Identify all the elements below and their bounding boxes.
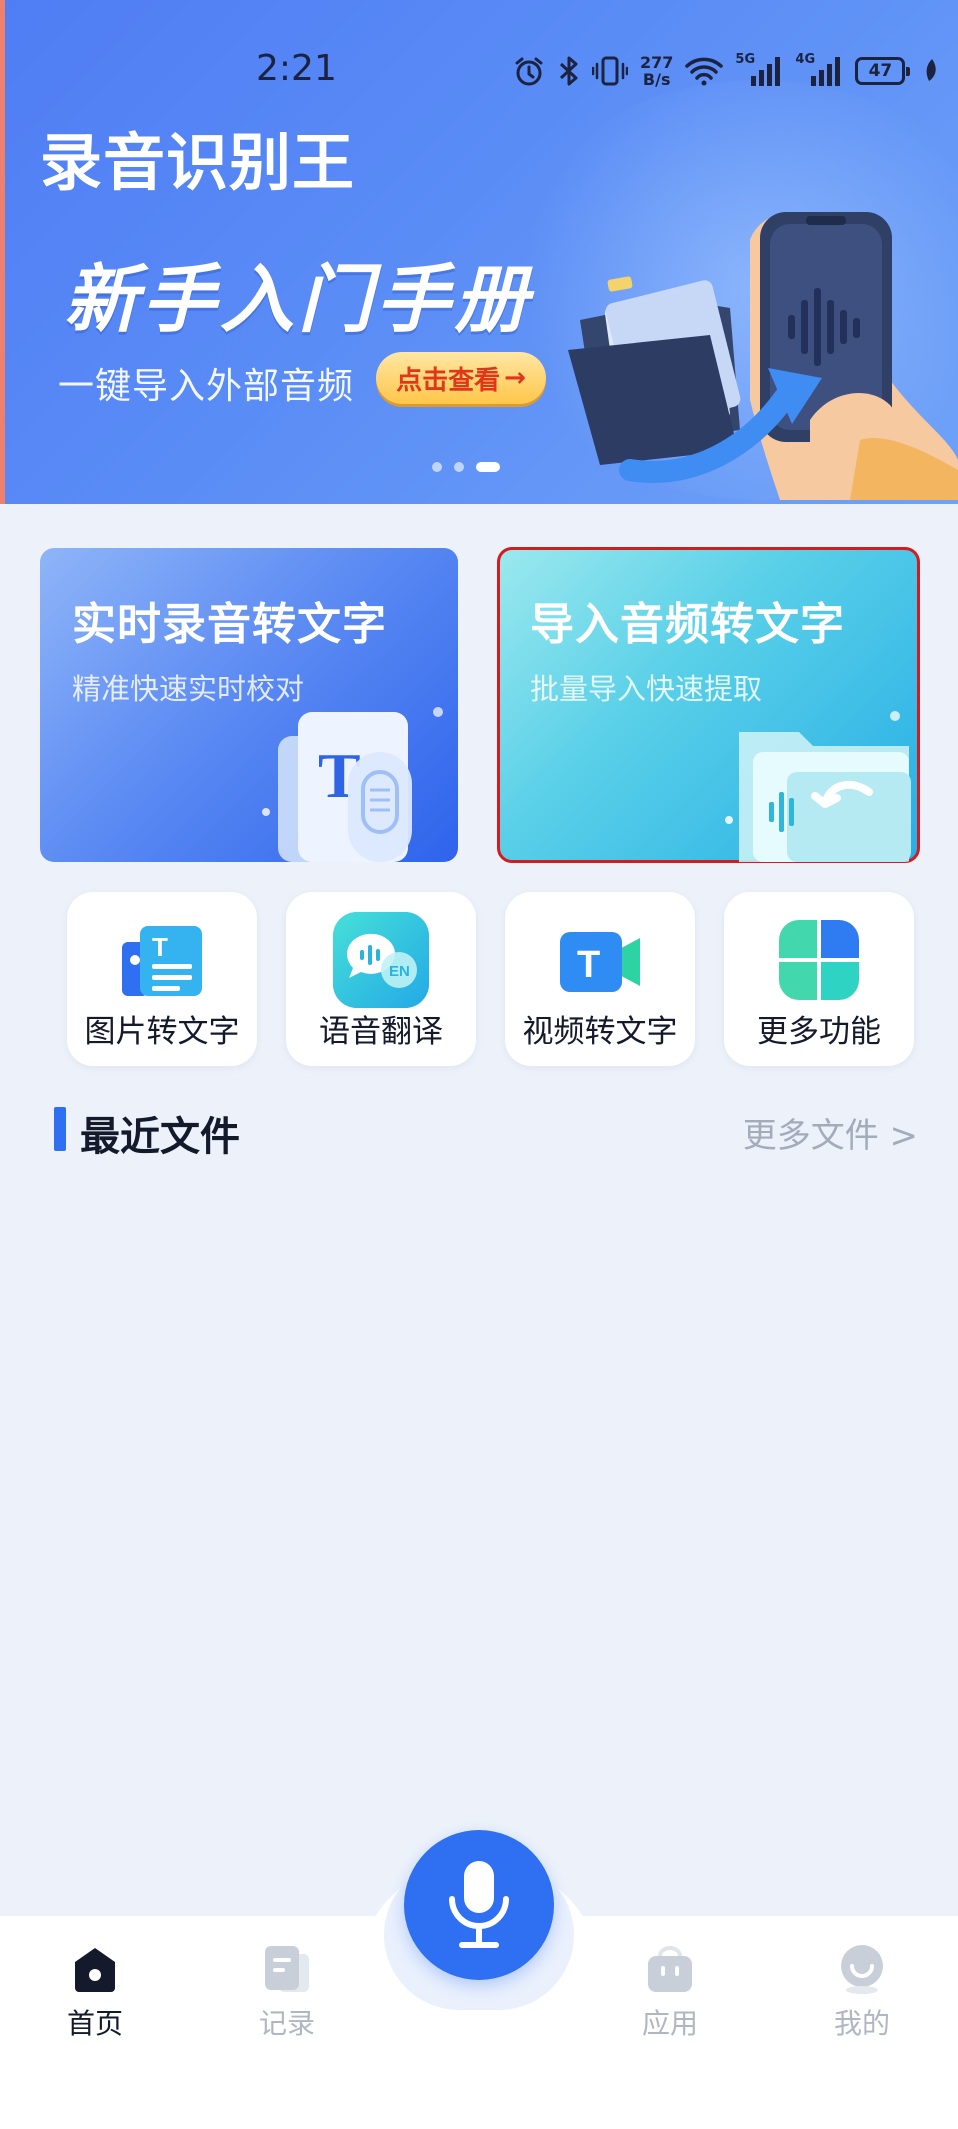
card-title: 实时录音转文字	[72, 599, 387, 650]
status-icons: 277 B/s 5G 4G 47	[512, 44, 941, 98]
phone-folder-illustration	[568, 212, 958, 500]
view-guide-button[interactable]: 点击查看 →	[376, 352, 546, 404]
record-button[interactable]	[404, 1830, 554, 1980]
network-speed: 277 B/s	[640, 54, 673, 88]
nav-label: 首页	[66, 2007, 123, 2040]
view-guide-label: 点击查看	[396, 365, 501, 396]
status-time: 2:21	[256, 48, 337, 89]
voice-translate-icon: EN	[333, 912, 429, 1008]
more-apps-icon	[779, 920, 859, 1000]
apps-icon	[648, 1946, 692, 1992]
nav-label: 记录	[258, 2007, 315, 2040]
voice-translate-tile[interactable]: EN 语音翻译	[286, 892, 476, 1066]
image-to-text-tile[interactable]: T 图片转文字	[67, 892, 257, 1066]
network-speed-value: 277	[640, 53, 674, 72]
microphone-icon	[449, 1861, 509, 1948]
video-text-icon: T	[560, 932, 640, 992]
signal-bars-icon	[751, 57, 781, 86]
profile-icon	[841, 1945, 883, 1994]
arrow-right-icon: →	[504, 363, 526, 393]
document-mic-icon: T	[262, 707, 443, 862]
wifi-icon	[685, 57, 724, 86]
promo-banner[interactable]: 2:21 277 B/s 5G 4G 47 录音识别王 新手入门手册 一键导入外…	[0, 0, 958, 504]
recent-files-title: 最近文件	[80, 1114, 240, 1160]
app-title: 录音识别王	[40, 126, 356, 199]
more-files-link[interactable]: 更多文件 >	[700, 1108, 918, 1157]
tile-label: 视频转文字	[522, 1014, 678, 1050]
carousel-dot	[432, 462, 442, 472]
nav-profile[interactable]: 我的	[797, 1944, 927, 2064]
more-features-tile[interactable]: 更多功能	[724, 892, 914, 1066]
svg-text:T: T	[152, 932, 168, 962]
leaf-icon	[927, 59, 937, 81]
carousel-dot	[454, 462, 464, 472]
carousel-indicator	[432, 462, 500, 472]
nav-apps[interactable]: 应用	[605, 1944, 735, 2064]
section-accent-bar	[54, 1107, 66, 1151]
banner-headline: 新手入门手册	[64, 257, 532, 343]
alarm-icon	[515, 57, 543, 86]
bluetooth-icon	[559, 56, 578, 86]
video-to-text-tile[interactable]: T 视频转文字	[505, 892, 695, 1066]
tile-label: 图片转文字	[84, 1014, 240, 1050]
image-text-icon: T	[122, 926, 202, 996]
cellular-4g: 4G	[795, 52, 843, 88]
nav-label: 我的	[833, 2007, 890, 2040]
carousel-dot-active	[476, 462, 500, 472]
tile-label: 语音翻译	[319, 1014, 443, 1050]
nav-label: 应用	[641, 2007, 698, 2040]
folder-import-icon	[725, 711, 911, 862]
battery-indicator: 47	[855, 57, 911, 85]
svg-text:EN: EN	[389, 963, 410, 980]
import-audio-card[interactable]: 导入音频转文字 批量导入快速提取	[497, 547, 920, 863]
svg-text:T: T	[577, 944, 600, 986]
cellular-5g: 5G	[735, 52, 783, 88]
tile-label: 更多功能	[757, 1014, 881, 1050]
signal-bars-icon	[811, 57, 841, 86]
network-speed-unit: B/s	[642, 70, 671, 89]
records-icon	[265, 1946, 309, 1992]
card-title: 导入音频转文字	[530, 599, 845, 650]
nav-records[interactable]: 记录	[222, 1944, 352, 2064]
realtime-transcribe-card[interactable]: 实时录音转文字 精准快速实时校对 T	[40, 548, 458, 862]
vibrate-icon	[592, 56, 628, 86]
banner-subtitle: 一键导入外部音频	[58, 366, 355, 407]
nav-home[interactable]: 首页	[30, 1944, 160, 2064]
home-icon	[75, 1948, 115, 1992]
status-bar: 2:21 277 B/s 5G 4G 47	[0, 40, 958, 100]
